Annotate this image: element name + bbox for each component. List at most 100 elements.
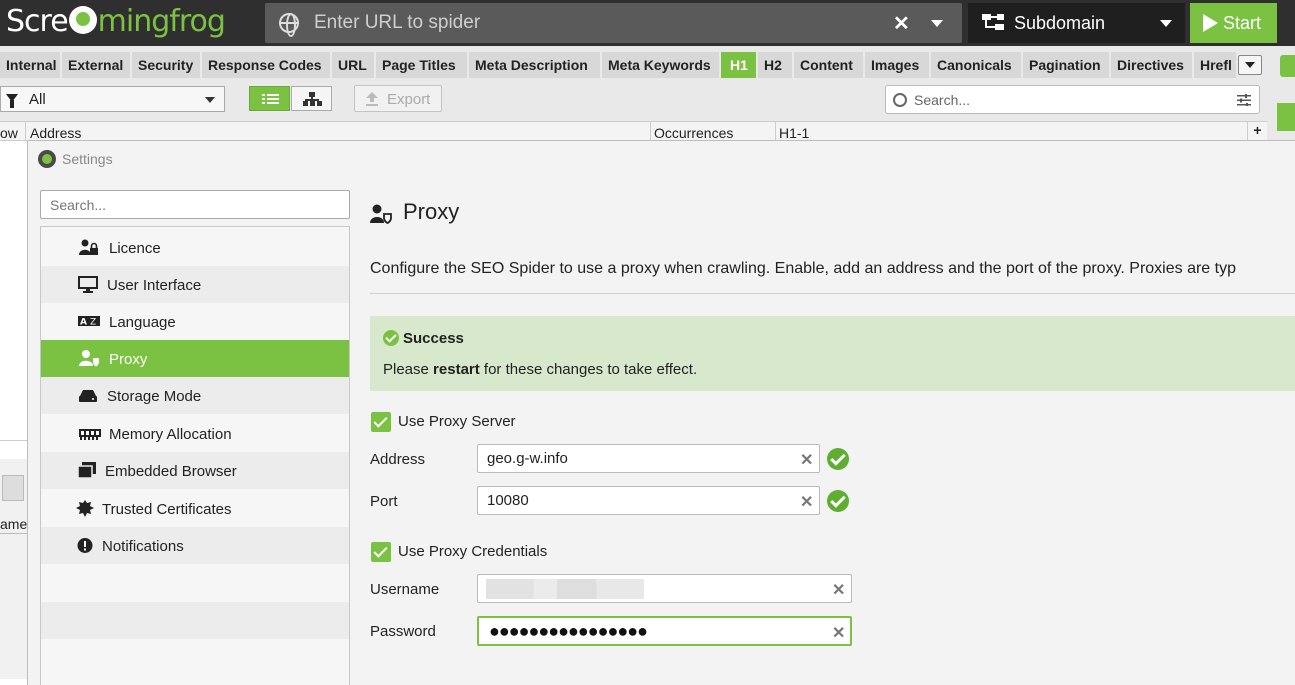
chevron-down-icon — [205, 97, 215, 103]
tab-meta-description[interactable]: Meta Description — [469, 52, 600, 78]
nav-item-storage-mode[interactable]: Storage Mode — [41, 377, 349, 414]
start-button[interactable]: Start — [1190, 3, 1277, 43]
search-options-icon[interactable] — [1237, 94, 1251, 106]
lower-export-button[interactable] — [2, 475, 24, 501]
nav-label-licence: Licence — [109, 240, 161, 257]
clear-address-icon[interactable]: ✕ — [800, 450, 813, 470]
filter-select[interactable]: All — [0, 86, 225, 112]
frog-app-icon — [38, 150, 56, 168]
clear-username-icon[interactable]: ✕ — [832, 580, 845, 600]
more-tabs-button[interactable] — [1238, 55, 1262, 75]
column-row[interactable]: ow — [0, 125, 18, 141]
proxy-icon — [79, 350, 99, 367]
nav-item-embedded-browser[interactable]: Embedded Browser — [41, 452, 349, 489]
tab-images[interactable]: Images — [865, 52, 929, 78]
right-panel-tab[interactable] — [1280, 55, 1295, 77]
tab-url[interactable]: URL — [332, 52, 374, 78]
nav-label-proxy: Proxy — [109, 351, 148, 368]
nav-item-user-interface[interactable]: User Interface — [41, 266, 349, 303]
url-history-dropdown-icon[interactable] — [931, 20, 943, 27]
tab-external[interactable]: External — [62, 52, 130, 78]
clear-url-icon[interactable]: ✕ — [893, 11, 910, 36]
tab-directives[interactable]: Directives — [1111, 52, 1192, 78]
tab-meta-keywords[interactable]: Meta Keywords — [602, 52, 719, 78]
nav-label-storage-mode: Storage Mode — [107, 388, 202, 405]
address-label: Address — [370, 451, 426, 468]
nav-item-proxy[interactable]: Proxy — [41, 340, 349, 377]
main-search-input[interactable]: Search... — [885, 85, 1260, 114]
url-input[interactable]: Enter URL to spider ✕ — [265, 3, 962, 43]
main-tabs: Internal External Security Response Code… — [0, 52, 1295, 78]
licence-icon — [79, 239, 99, 256]
tree-view-button[interactable] — [291, 86, 332, 111]
port-value: 10080 — [487, 492, 529, 509]
success-banner: Success Please restart for these changes… — [370, 316, 1295, 391]
right-panel-strip — [1277, 103, 1295, 131]
use-proxy-label: Use Proxy Server — [398, 413, 516, 430]
password-label: Password — [370, 623, 436, 640]
top-bar: Scre mingfrog Enter URL to spider ✕ Subdo… — [0, 0, 1295, 46]
settings-search-input[interactable]: Search... — [40, 190, 350, 219]
nav-item-trusted-certificates[interactable]: Trusted Certificates — [41, 490, 349, 527]
column-occurrences[interactable]: Occurrences — [654, 125, 733, 141]
language-icon: AZ — [78, 313, 100, 330]
nav-label-memory-allocation: Memory Allocation — [109, 426, 232, 443]
nav-item-notifications[interactable]: Notifications — [41, 527, 349, 564]
tab-hreflang[interactable]: Hrefl — [1194, 52, 1236, 78]
play-icon — [1203, 14, 1218, 32]
clear-port-icon[interactable]: ✕ — [800, 492, 813, 512]
add-column-button[interactable]: + — [1247, 121, 1267, 141]
table-header: ow Address Occurrences H1-1 — [0, 121, 1267, 142]
filter-icon — [6, 94, 18, 108]
proxy-heading-icon — [370, 204, 392, 224]
success-check-icon — [383, 330, 399, 346]
nav-item-licence[interactable]: Licence — [41, 229, 349, 266]
crawl-mode-label: Subdomain — [1014, 13, 1106, 33]
use-proxy-checkbox[interactable] — [371, 412, 391, 432]
address-valid-icon — [827, 448, 849, 470]
tab-page-titles[interactable]: Page Titles — [376, 52, 467, 78]
tab-security[interactable]: Security — [132, 52, 200, 78]
nav-label-trusted-certificates: Trusted Certificates — [102, 501, 232, 518]
tab-content[interactable]: Content — [794, 52, 863, 78]
export-button[interactable]: Export — [354, 85, 442, 112]
crawl-mode-select[interactable]: Subdomain — [968, 3, 1185, 43]
username-input[interactable]: ✕ — [477, 574, 852, 603]
column-h1-1[interactable]: H1-1 — [779, 125, 809, 141]
tab-internal[interactable]: Internal — [0, 52, 60, 78]
use-credentials-checkbox[interactable] — [371, 542, 391, 562]
main-search-placeholder: Search... — [914, 92, 971, 108]
export-label: Export — [387, 91, 431, 108]
logo-text-left: Scre — [6, 4, 69, 39]
password-input[interactable]: ●●●●●●●●●●●●●●●● ✕ — [477, 616, 852, 646]
list-view-button[interactable] — [249, 86, 290, 111]
dialog-titlebar: Settings — [28, 141, 1295, 177]
port-input[interactable]: 10080 ✕ — [477, 486, 820, 515]
tab-pagination[interactable]: Pagination — [1023, 52, 1109, 78]
storage-icon — [78, 387, 98, 404]
nav-item-memory-allocation[interactable]: Memory Allocation — [41, 415, 349, 452]
nav-item-language[interactable]: AZ Language — [41, 303, 349, 340]
port-label: Port — [370, 493, 398, 510]
column-address[interactable]: Address — [30, 125, 81, 141]
lower-column-label: ame — [0, 516, 27, 532]
address-input[interactable]: geo.g-w.info ✕ — [477, 444, 820, 473]
nav-label-embedded-browser: Embedded Browser — [105, 463, 237, 480]
success-message: Please restart for these changes to take… — [383, 361, 697, 378]
dialog-title: Settings — [62, 151, 113, 167]
sitemap-icon — [982, 14, 1004, 30]
tab-response-codes[interactable]: Response Codes — [202, 52, 330, 78]
tab-canonicals[interactable]: Canonicals — [931, 52, 1021, 78]
monitor-icon — [78, 276, 98, 293]
clear-password-icon[interactable]: ✕ — [832, 623, 845, 643]
url-placeholder: Enter URL to spider — [314, 12, 481, 33]
upload-icon — [366, 92, 378, 106]
list-icon — [262, 94, 279, 104]
settings-dialog: Settings Search... Licence User Interfac… — [27, 140, 1295, 685]
address-value: geo.g-w.info — [487, 450, 568, 467]
tab-h2[interactable]: H2 — [758, 52, 792, 78]
nav-empty-row — [41, 602, 349, 639]
tab-h1[interactable]: H1 — [721, 52, 756, 78]
notification-icon — [75, 537, 95, 554]
logo-frog-icon — [68, 6, 97, 34]
